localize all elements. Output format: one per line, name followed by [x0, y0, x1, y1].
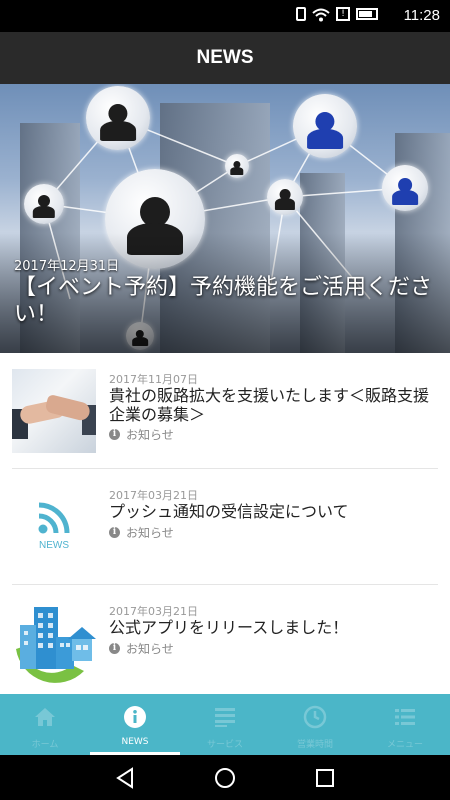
person-node-icon: [225, 154, 249, 178]
featured-title: 【イベント予約】予約機能をご活用ください！: [14, 275, 433, 327]
news-list: 2017年11月07日 貴社の販路拡大を支援いたします＜販路支援企業の募集＞ i…: [0, 353, 450, 701]
status-icons: !: [296, 7, 378, 22]
list-icon: [395, 709, 415, 725]
item-date: 2017年11月07日: [109, 373, 198, 386]
status-bar: ! 11:28: [0, 0, 450, 32]
info-icon: [124, 706, 146, 728]
info-icon: i: [109, 527, 120, 538]
menu-list-icon: [215, 708, 235, 727]
item-category: i お知らせ: [109, 426, 174, 443]
list-item[interactable]: 2017年11月07日 貴社の販路拡大を支援いたします＜販路支援企業の募集＞ i…: [0, 353, 450, 469]
tab-hours[interactable]: 営業時間: [270, 694, 360, 755]
notification-icon: !: [336, 7, 350, 21]
tab-news[interactable]: NEWS: [90, 694, 180, 755]
tab-label: サービス: [206, 740, 243, 750]
info-icon: i: [109, 429, 120, 440]
battery-icon: [356, 8, 378, 20]
tab-label: メニュー: [386, 740, 423, 750]
featured-date: 2017年12月31日: [14, 259, 120, 274]
handshake-image: [12, 369, 96, 453]
tab-label: NEWS: [121, 737, 149, 747]
item-title: 貴社の販路拡大を支援いたします＜販路支援企業の募集＞: [109, 386, 430, 424]
item-category: i お知らせ: [109, 640, 174, 657]
category-label: お知らせ: [126, 642, 174, 656]
featured-news[interactable]: 2017年12月31日 【イベント予約】予約機能をご活用ください！: [0, 84, 450, 353]
home-circle-icon[interactable]: [213, 766, 237, 790]
page-title: NEWS: [0, 32, 450, 84]
tab-service[interactable]: サービス: [180, 694, 270, 755]
person-node-icon: [267, 179, 303, 215]
home-icon: [35, 708, 55, 726]
item-title: 公式アプリをリリースしました！: [109, 618, 349, 637]
person-node-icon: [24, 184, 64, 224]
item-date: 2017年03月21日: [109, 489, 198, 502]
city-buildings-image: [12, 601, 96, 685]
person-node-icon: [293, 94, 357, 158]
back-icon[interactable]: [113, 766, 137, 790]
news-thumb-label: NEWS: [39, 540, 69, 551]
status-time: 11:28: [403, 7, 440, 24]
vibrate-icon: [296, 7, 306, 21]
category-label: お知らせ: [126, 526, 174, 540]
tab-menu[interactable]: メニュー: [360, 694, 450, 755]
item-title: プッシュ通知の受信設定について: [109, 502, 349, 521]
person-node-icon: [86, 86, 150, 150]
info-icon: i: [109, 643, 120, 654]
category-label: お知らせ: [126, 428, 174, 442]
list-item[interactable]: NEWS 2017年03月21日 プッシュ通知の受信設定について i お知らせ: [0, 469, 450, 585]
clock-icon: [303, 705, 327, 729]
recents-icon[interactable]: [313, 766, 337, 790]
list-item[interactable]: 2017年03月21日 公式アプリをリリースしました！ i お知らせ: [0, 585, 450, 701]
tab-home[interactable]: ホーム: [0, 694, 90, 755]
wifi-icon: [312, 7, 330, 22]
tab-label: ホーム: [31, 740, 59, 750]
tab-label: 営業時間: [296, 740, 333, 750]
system-nav-bar: [0, 755, 450, 800]
person-node-icon: [382, 165, 428, 211]
item-category: i お知らせ: [109, 524, 174, 541]
item-date: 2017年03月21日: [109, 605, 198, 618]
rss-news-icon: NEWS: [12, 485, 96, 569]
bottom-tab-bar: ホーム NEWS サービス 営業時間 メニュー: [0, 694, 450, 755]
